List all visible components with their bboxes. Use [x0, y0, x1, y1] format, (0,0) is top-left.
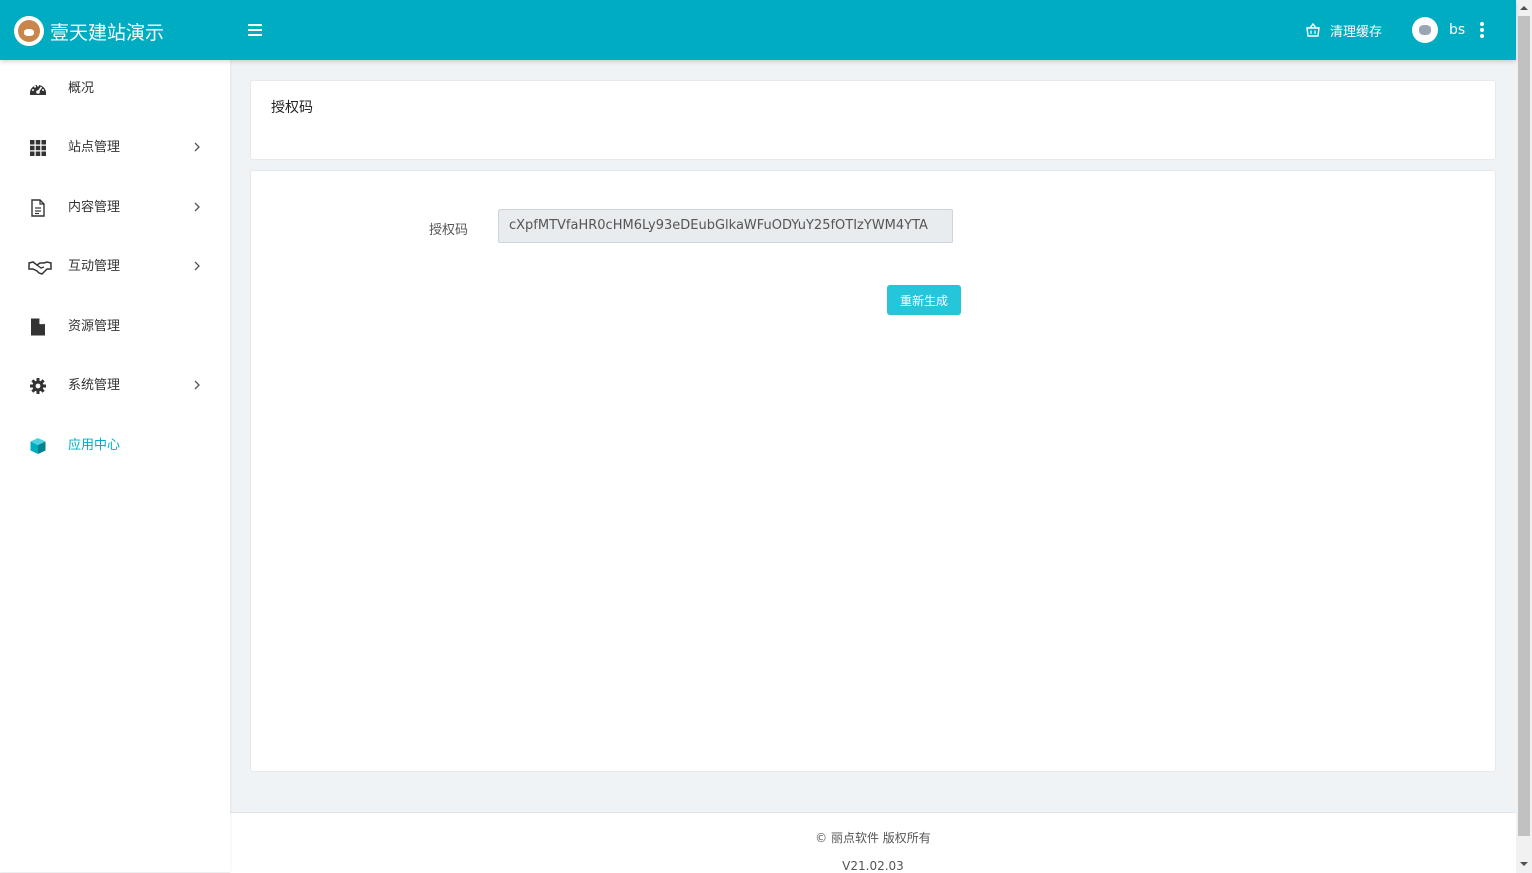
more-options-icon[interactable] [1478, 21, 1486, 39]
authorization-form-card: 授权码 cXpfMTVfaHR0cHM6Ly93eDEubGlkaWFuODYu… [250, 170, 1496, 772]
page-title: 授权码 [271, 100, 313, 116]
sidebar-item-label: 概况 [68, 81, 95, 96]
file-icon [31, 318, 45, 336]
clear-cache-button[interactable]: 清理缓存 [1306, 20, 1382, 40]
sidebar-item-label: 内容管理 [68, 200, 121, 215]
sidebar-item-label: 应用中心 [68, 438, 121, 453]
page-header-card: 授权码 [250, 80, 1496, 160]
clear-cache-label: 清理缓存 [1330, 24, 1383, 40]
sidebar-item-label: 站点管理 [68, 140, 121, 155]
basket-icon [1306, 23, 1320, 37]
dashboard-icon [30, 84, 46, 95]
user-menu[interactable]: bs [1412, 16, 1465, 44]
scroll-up-arrow-icon[interactable] [1516, 0, 1532, 16]
chevron-right-icon [194, 142, 200, 152]
logo [14, 16, 44, 46]
regenerate-button[interactable]: 重新生成 [887, 285, 961, 315]
copyright-text: © 丽点软件 版权所有 [815, 831, 931, 845]
username: bs [1449, 22, 1466, 38]
menu-toggle-icon[interactable] [248, 21, 262, 39]
sidebar-item-label: 系统管理 [68, 378, 121, 393]
document-icon [31, 199, 45, 217]
brand[interactable]: 壹天建站演示 [14, 15, 164, 47]
top-bar: 壹天建站演示 清理缓存 bs [0, 0, 1516, 60]
sidebar: 概况 站点管理 内容管理 互动管理 资源管理 系统管理 应用中心 [0, 60, 230, 872]
grid-icon [30, 140, 46, 156]
avatar [1412, 17, 1438, 43]
version-text: V21.02.03 [842, 859, 904, 873]
sidebar-item-resource-management[interactable]: 资源管理 [0, 307, 230, 347]
sidebar-item-label: 互动管理 [68, 259, 121, 274]
scrollbar-thumb[interactable] [1518, 16, 1530, 836]
sidebar-item-system-management[interactable]: 系统管理 [0, 366, 230, 406]
vertical-scrollbar[interactable] [1516, 0, 1532, 872]
scroll-down-arrow-icon[interactable] [1516, 856, 1532, 872]
chevron-right-icon [194, 202, 200, 212]
sidebar-item-content-management[interactable]: 内容管理 [0, 188, 230, 228]
sidebar-item-interaction-management[interactable]: 互动管理 [0, 247, 230, 287]
handshake-icon [28, 261, 52, 275]
sidebar-item-label: 资源管理 [68, 319, 121, 334]
gear-icon [30, 378, 46, 394]
footer: © 丽点软件 版权所有 V21.02.03 [230, 812, 1516, 873]
authorization-code-field[interactable]: cXpfMTVfaHR0cHM6Ly93eDEubGlkaWFuODYuY25f… [498, 209, 953, 243]
chevron-right-icon [194, 261, 200, 271]
sidebar-item-overview[interactable]: 概况 [0, 69, 230, 109]
sidebar-item-site-management[interactable]: 站点管理 [0, 128, 230, 168]
chevron-right-icon [194, 380, 200, 390]
brand-title: 壹天建站演示 [50, 21, 165, 44]
authorization-code-label: 授权码 [429, 223, 469, 238]
cube-icon [30, 438, 46, 454]
sidebar-item-app-center[interactable]: 应用中心 [0, 426, 230, 466]
